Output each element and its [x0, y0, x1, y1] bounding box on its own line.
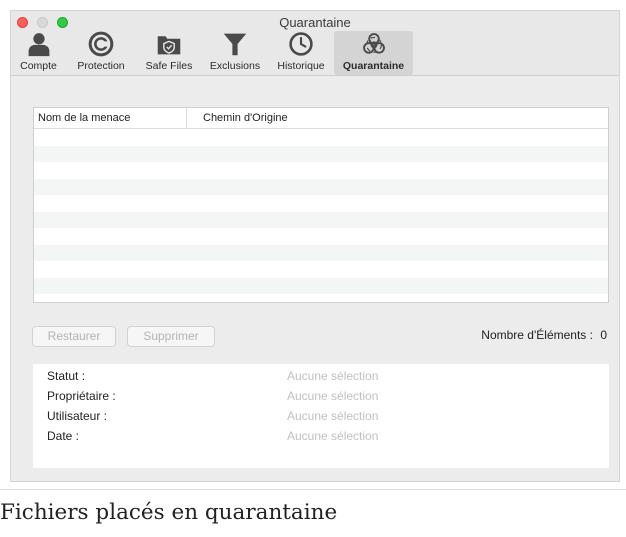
date-label: Date : [47, 429, 80, 443]
toolbar: Compte Protection Safe Files Exclusions … [11, 31, 413, 75]
item-count-label: Nombre d'Éléments : [481, 328, 593, 342]
delete-button[interactable]: Supprimer [127, 326, 215, 347]
title-bar: Quarantaine Compte Protection Safe Files… [11, 11, 619, 76]
funnel-icon [223, 33, 247, 56]
clock-icon [289, 32, 313, 56]
window-title: Quarantaine [279, 15, 351, 30]
table-row [34, 145, 608, 162]
table-row [34, 211, 608, 228]
table-row [34, 195, 608, 212]
user-value: Aucune sélection [287, 409, 379, 423]
user-label: Utilisateur : [47, 409, 108, 423]
table-row [34, 277, 608, 294]
column-header-origin-path[interactable]: Chemin d'Origine [187, 108, 608, 128]
tab-quarantaine[interactable]: Quarantaine [334, 31, 413, 75]
owner-value: Aucune sélection [287, 389, 379, 403]
protection-icon [88, 31, 114, 57]
user-icon [28, 33, 49, 57]
detail-row-user: Utilisateur : Aucune sélection [33, 406, 609, 426]
biohazard-icon [362, 33, 385, 54]
quarantine-window: Quarantaine Compte Protection Safe Files… [10, 10, 620, 482]
table-row [34, 129, 608, 146]
table-row [34, 228, 608, 245]
caption-divider [0, 489, 626, 490]
tab-exclusions[interactable]: Exclusions [202, 31, 268, 75]
column-header-threat-name[interactable]: Nom de la menace [34, 108, 187, 128]
item-count: Nombre d'Éléments : 0 [481, 328, 607, 342]
quarantine-table[interactable]: Nom de la menace Chemin d'Origine [33, 107, 609, 303]
status-value: Aucune sélection [287, 369, 379, 383]
tab-historique[interactable]: Historique [268, 31, 334, 75]
table-header: Nom de la menace Chemin d'Origine [34, 108, 608, 129]
status-label: Statut : [47, 369, 86, 383]
date-value: Aucune sélection [287, 429, 379, 443]
detail-row-date: Date : Aucune sélection [33, 426, 609, 446]
table-row [34, 178, 608, 195]
tab-protection[interactable]: Protection [66, 31, 136, 75]
detail-row-status: Statut : Aucune sélection [33, 366, 609, 386]
restore-button[interactable]: Restaurer [32, 326, 116, 347]
table-row [34, 294, 608, 302]
item-count-value: 0 [600, 328, 607, 342]
tab-compte[interactable]: Compte [11, 31, 66, 75]
table-row [34, 162, 608, 179]
owner-label: Propriétaire : [47, 389, 116, 403]
safe-files-folder-icon [157, 36, 181, 55]
table-row [34, 261, 608, 278]
details-panel: Statut : Aucune sélection Propriétaire :… [33, 364, 609, 468]
detail-row-owner: Propriétaire : Aucune sélection [33, 386, 609, 406]
table-row [34, 244, 608, 261]
tab-safe-files[interactable]: Safe Files [136, 31, 202, 75]
figure-caption: Fichiers placés en quarantaine [0, 500, 338, 525]
